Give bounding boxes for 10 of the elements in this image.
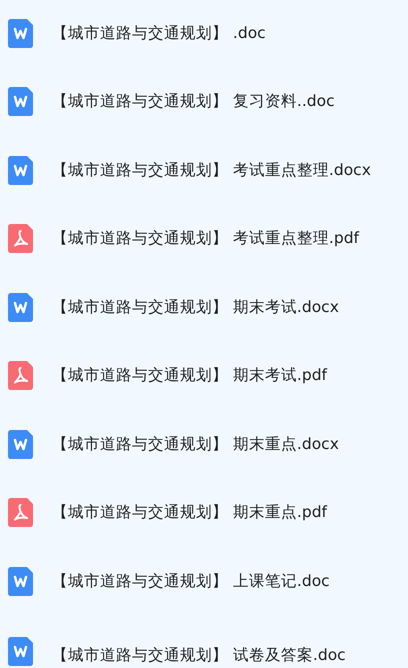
file-name[interactable]: 【城市道路与交通规划】 期末考试.pdf — [52, 365, 327, 386]
file-name[interactable]: 【城市道路与交通规划】 考试重点整理.pdf — [52, 228, 359, 250]
file-name[interactable]: 【城市道路与交通规划】 期末考试.docx — [52, 296, 339, 318]
file-name[interactable]: 【城市道路与交通规划】 期末重点.docx — [52, 434, 339, 455]
file-name[interactable]: 【城市道路与交通规划】 复习资料..doc — [52, 91, 335, 112]
file-name[interactable]: 【城市道路与交通规划】 .doc — [52, 22, 266, 44]
file-name[interactable]: 【城市道路与交通规划】 上课笔记.doc — [52, 570, 330, 592]
file-name[interactable]: 【城市道路与交通规划】 试卷及答案.doc — [52, 644, 346, 666]
file-name[interactable]: 【城市道路与交通规划】 考试重点整理.docx — [52, 160, 371, 181]
file-name[interactable]: 【城市道路与交通规划】 期末重点.pdf — [52, 502, 327, 524]
